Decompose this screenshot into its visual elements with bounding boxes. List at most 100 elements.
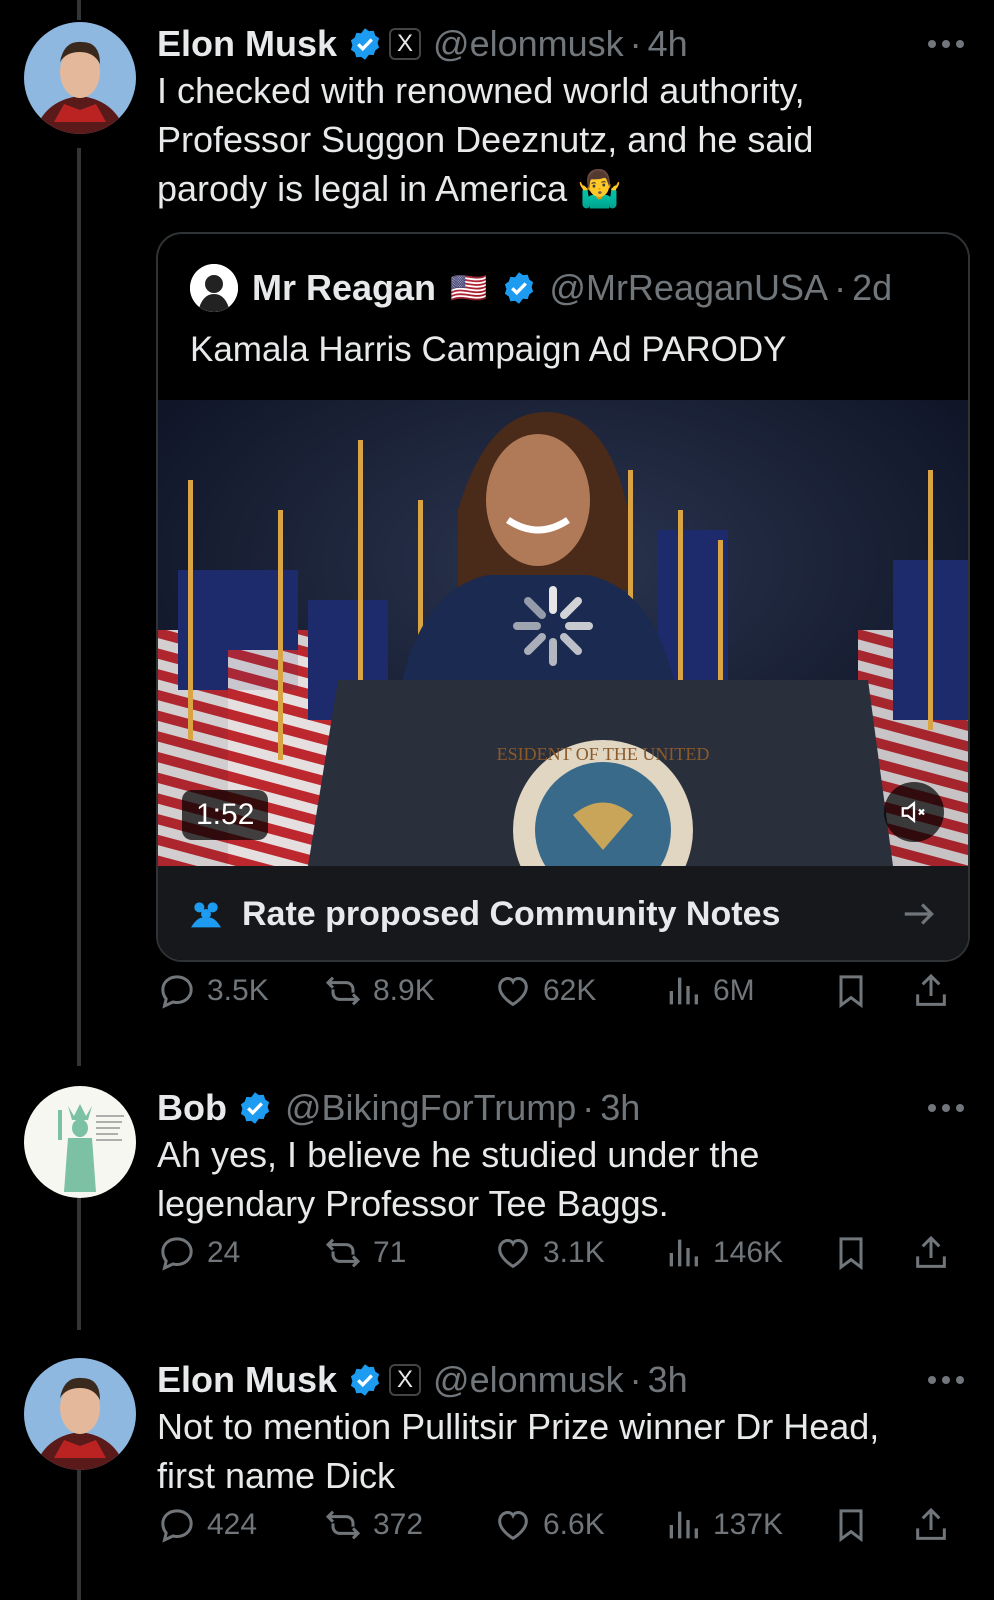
repost-count: 372 (373, 1508, 424, 1541)
tweet-text-line: first name Dick (157, 1455, 396, 1496)
verified-icon (350, 1364, 380, 1396)
tweet-actions: 424 372 6.6K 137K (157, 1500, 967, 1550)
share-icon (916, 973, 946, 1006)
verified-icon (240, 1092, 270, 1124)
tweet-elon-2[interactable]: Elon Musk X @elonmusk · 3h Not to mentio… (0, 1358, 994, 1578)
tweet-actions: 24 71 3.1K 146K (157, 1228, 967, 1278)
repost-icon (325, 1510, 361, 1540)
like-icon (498, 1510, 528, 1541)
tweet-text: I checked with renowned world authority,… (157, 66, 957, 213)
community-notes-icon (191, 902, 221, 928)
video-player[interactable]: ESIDENT OF THE UNITED 1:52 (158, 400, 968, 866)
bookmark-icon (839, 1237, 863, 1271)
like-icon (498, 976, 528, 1007)
tweet-text-line: Not to mention Pullitsir Prize winner Dr… (157, 1406, 880, 1447)
verified-icon (350, 28, 380, 60)
mute-icon[interactable] (884, 782, 944, 842)
tweet-text: Ah yes, I believe he studied under the l… (157, 1130, 957, 1228)
tweet-bob[interactable]: Bob @BikingForTrump · 3h Ah yes, I belie… (0, 1086, 994, 1296)
like-icon (498, 1238, 528, 1269)
like-button[interactable]: 6.6K (493, 1500, 605, 1550)
separator-dot: · (629, 23, 642, 64)
views-button[interactable]: 137K (663, 1500, 783, 1550)
quoted-tweet[interactable]: Mr Reagan 🇺🇸 @MrReaganUSA · 2d Kamala Ha… (156, 232, 970, 962)
quote-avatar[interactable] (190, 264, 238, 312)
x-affiliate-icon[interactable]: X (389, 28, 422, 60)
author-name[interactable]: Bob (157, 1087, 227, 1129)
like-button[interactable]: 3.1K (493, 1228, 605, 1278)
repost-icon (325, 976, 361, 1006)
reply-button[interactable]: 3.5K (157, 966, 269, 1016)
share-icon (916, 1235, 946, 1268)
tweet-text: Not to mention Pullitsir Prize winner Dr… (157, 1402, 957, 1500)
share-button[interactable] (909, 1500, 953, 1550)
views-button[interactable]: 146K (663, 1228, 783, 1278)
tweet-time[interactable]: 3h (648, 1359, 688, 1401)
share-button[interactable] (909, 1228, 953, 1278)
views-count: 137K (713, 1508, 784, 1541)
tweet-text-line: Ah yes, I believe he studied under the (157, 1134, 760, 1175)
more-options-icon[interactable] (928, 36, 968, 52)
tweet-text-line: Professor Suggon Deeznutz, and he said (157, 119, 814, 160)
tweet-text-line: legendary Professor Tee Baggs. (157, 1183, 669, 1224)
bookmark-icon (839, 975, 863, 1009)
verified-icon (505, 272, 534, 304)
repost-button[interactable]: 8.9K (323, 966, 435, 1016)
bookmark-button[interactable] (829, 1500, 873, 1550)
quote-author-handle[interactable]: @MrReaganUSA (549, 267, 828, 309)
author-handle[interactable]: @elonmusk (433, 1359, 624, 1401)
repost-icon (325, 1238, 361, 1268)
reply-icon (161, 1509, 193, 1543)
seal-text: ESIDENT OF THE UNITED (497, 744, 710, 764)
quote-author-name[interactable]: Mr Reagan (252, 267, 436, 309)
reply-count: 3.5K (207, 974, 269, 1007)
community-notes-banner[interactable]: Rate proposed Community Notes (158, 866, 968, 960)
reply-icon (161, 975, 193, 1009)
avatar-elon[interactable] (24, 1358, 136, 1470)
repost-button[interactable]: 372 (323, 1500, 423, 1550)
separator-dot: · (629, 1359, 642, 1400)
tweet-time[interactable]: 3h (600, 1087, 640, 1129)
author-handle[interactable]: @BikingForTrump (285, 1087, 576, 1129)
quote-text: Kamala Harris Campaign Ad PARODY (190, 330, 787, 369)
arrow-right-icon[interactable] (900, 895, 938, 933)
separator-dot: · (834, 267, 847, 308)
like-count: 62K (543, 974, 597, 1007)
like-button[interactable]: 62K (493, 966, 596, 1016)
repost-button[interactable]: 71 (323, 1228, 406, 1278)
repost-count: 8.9K (373, 974, 435, 1007)
reply-button[interactable]: 424 (157, 1500, 257, 1550)
views-button[interactable]: 6M (663, 966, 755, 1016)
share-button[interactable] (909, 966, 953, 1016)
like-count: 6.6K (543, 1508, 605, 1541)
community-notes-label: Rate proposed Community Notes (242, 894, 781, 933)
separator-dot: · (582, 1087, 595, 1128)
views-count: 6M (713, 974, 755, 1007)
more-options-icon[interactable] (928, 1100, 968, 1116)
tweet-text-line: parody is legal in America 🤷‍♂️ (157, 168, 623, 209)
avatar-bob[interactable] (24, 1086, 136, 1198)
more-options-icon[interactable] (928, 1372, 968, 1388)
reply-button[interactable]: 24 (157, 1228, 240, 1278)
quote-time[interactable]: 2d (852, 267, 892, 309)
tweet-time[interactable]: 4h (648, 23, 688, 65)
bookmark-button[interactable] (829, 966, 873, 1016)
repost-count: 71 (373, 1236, 407, 1269)
tweet-elon-1[interactable]: Elon Musk X @elonmusk · 4h I checked wit… (0, 22, 994, 1022)
author-name[interactable]: Elon Musk (157, 1359, 337, 1401)
author-handle[interactable]: @elonmusk (433, 23, 624, 65)
avatar-elon[interactable] (24, 22, 136, 134)
views-icon (669, 1511, 698, 1539)
author-name[interactable]: Elon Musk (157, 23, 337, 65)
us-flag-icon: 🇺🇸 (450, 271, 488, 305)
views-icon (669, 1239, 698, 1267)
views-icon (669, 977, 698, 1005)
bookmark-icon (839, 1509, 863, 1543)
x-affiliate-icon[interactable]: X (389, 1364, 422, 1396)
tweet-text-line: I checked with renowned world authority, (157, 70, 805, 111)
reply-count: 24 (207, 1236, 241, 1269)
thread-line-top (77, 0, 81, 20)
tweet-actions: 3.5K 8.9K 62K 6M (157, 966, 967, 1016)
like-count: 3.1K (543, 1236, 605, 1269)
bookmark-button[interactable] (829, 1228, 873, 1278)
